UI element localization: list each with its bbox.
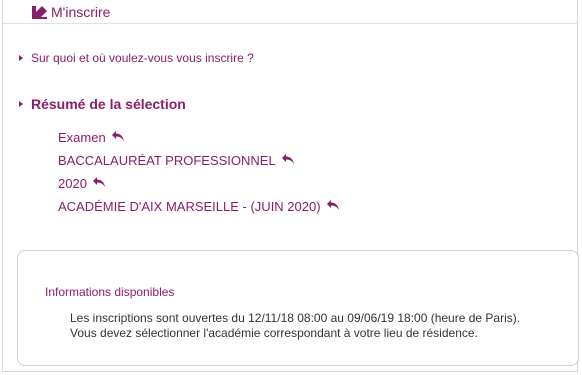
summary-item-label: BACCALAURÉAT PROFESSIONNEL <box>58 153 276 168</box>
info-line-dates: Les inscriptions sont ouvertes du 12/11/… <box>70 311 521 325</box>
info-panel: Informations disponibles Les inscription… <box>17 250 579 366</box>
summary-item-exam: Examen <box>58 126 340 149</box>
selection-question-toggle[interactable]: Sur quoi et où voulez-vous vous inscrire… <box>19 51 254 65</box>
info-title: Informations disponibles <box>45 285 175 299</box>
summary-item-diploma: BACCALAURÉAT PROFESSIONNEL <box>58 149 340 172</box>
summary-toggle[interactable]: Résumé de la sélection <box>19 96 186 112</box>
summary-item-label: ACADÉMIE D'AIX MARSEILLE - (JUIN 2020) <box>58 199 321 214</box>
summary-item-label: Examen <box>58 130 106 145</box>
return-arrow-icon[interactable] <box>326 199 340 211</box>
summary-item-label: 2020 <box>58 176 87 191</box>
section-header: M'inscrire <box>3 0 577 24</box>
page-title: M'inscrire <box>51 4 111 20</box>
summary-title: Résumé de la sélection <box>31 96 186 112</box>
return-arrow-icon[interactable] <box>92 176 106 188</box>
selection-question-label: Sur quoi et où voulez-vous vous inscrire… <box>31 51 254 65</box>
caret-right-icon <box>19 101 23 108</box>
summary-item-academy: ACADÉMIE D'AIX MARSEILLE - (JUIN 2020) <box>58 195 340 218</box>
return-arrow-icon[interactable] <box>281 153 295 165</box>
info-line-residence: Vous devez sélectionner l'académie corre… <box>70 326 478 340</box>
caret-right-icon <box>19 54 23 61</box>
info-text: Les inscriptions sont ouvertes du 12/11/… <box>70 311 520 341</box>
summary-list: Examen BACCALAURÉAT PROFESSIONNEL 2020 A… <box>58 126 340 218</box>
arrow-down-right-icon <box>32 6 47 19</box>
summary-item-session: 2020 <box>58 172 340 195</box>
return-arrow-icon[interactable] <box>111 130 125 142</box>
